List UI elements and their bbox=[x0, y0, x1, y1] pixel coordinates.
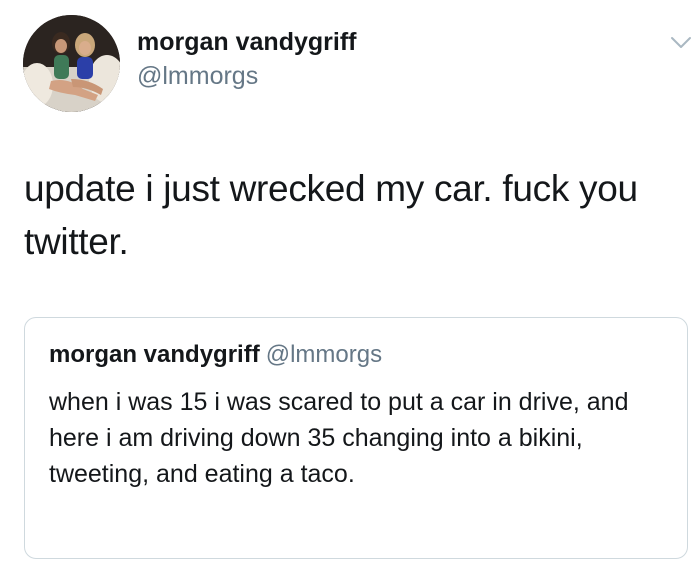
user-handle[interactable]: @lmmorgs bbox=[137, 62, 258, 91]
display-name[interactable]: morgan vandygriff bbox=[137, 28, 356, 57]
quoted-tweet-text: when i was 15 i was scared to put a car … bbox=[49, 388, 629, 488]
quoted-display-name: morgan vandygriff bbox=[49, 341, 260, 368]
avatar[interactable] bbox=[23, 15, 120, 112]
profile-photo bbox=[23, 15, 120, 112]
tweet-text: update i just wrecked my car. fuck you t… bbox=[24, 168, 638, 262]
quoted-tweet-header: morgan vandygriff @lmmorgs bbox=[49, 341, 382, 369]
quoted-tweet-card[interactable]: morgan vandygriff @lmmorgs when i was 15 … bbox=[24, 317, 688, 559]
quoted-user-handle: @lmmorgs bbox=[265, 341, 383, 368]
chevron-down-icon[interactable] bbox=[670, 36, 692, 50]
